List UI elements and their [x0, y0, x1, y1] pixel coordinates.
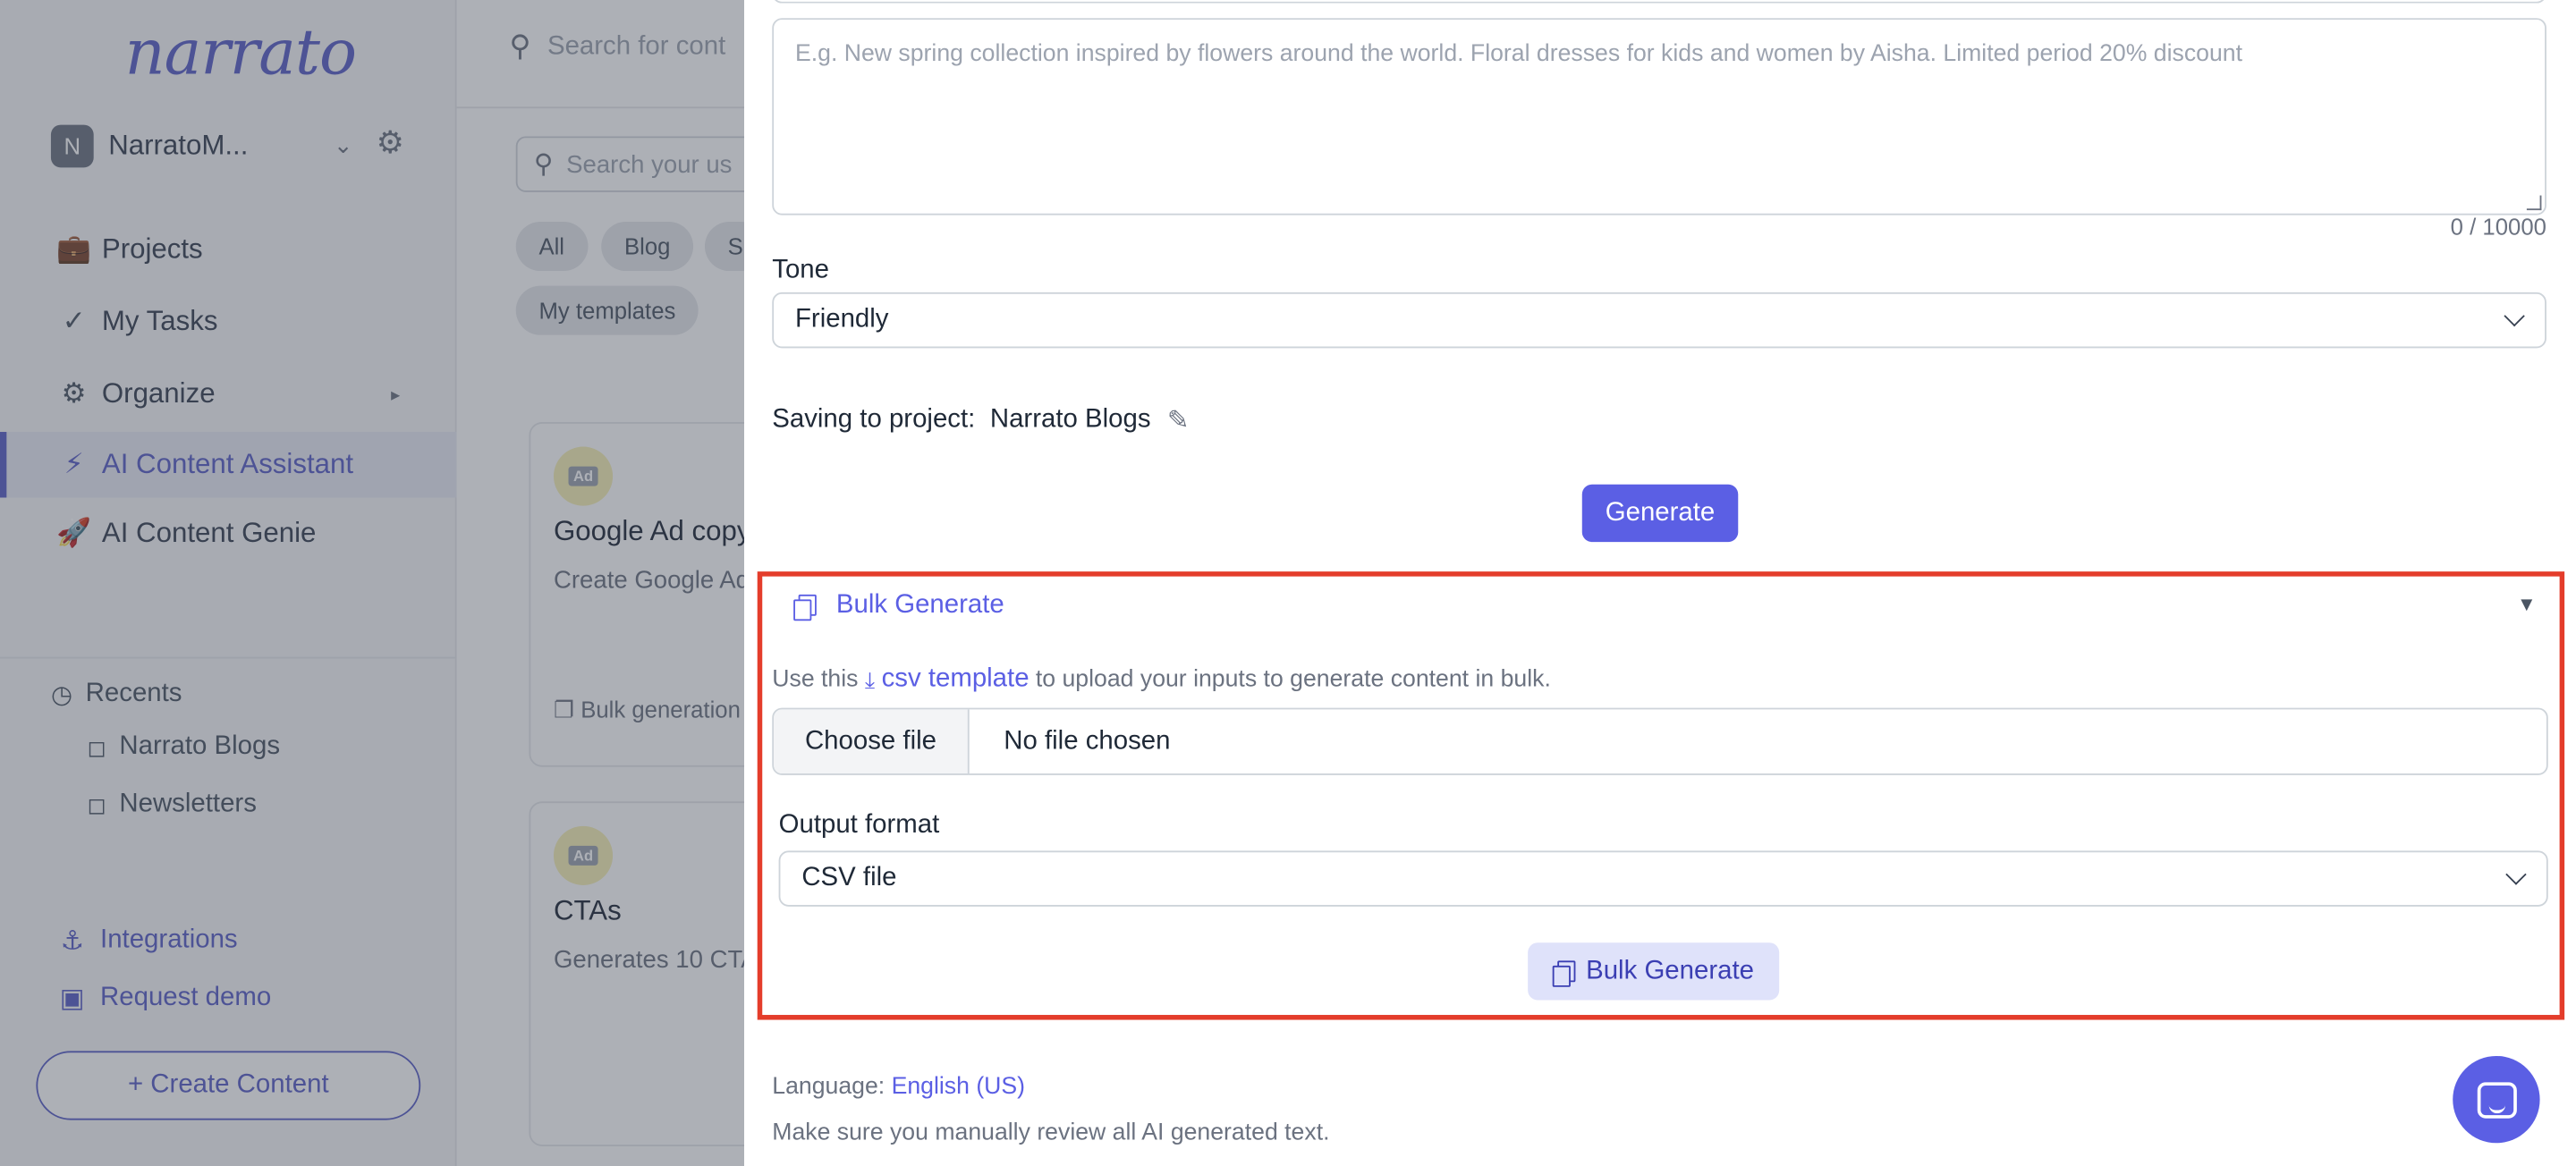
chat-icon: [2476, 1081, 2516, 1118]
previous-field-edge: [772, 0, 2546, 4]
saving-label: Saving to project:: [772, 405, 976, 434]
language-info: Language: English (US): [772, 1074, 1025, 1100]
bulk-generate-button-label: Bulk Generate: [1586, 956, 1754, 985]
bulk-note-prefix: Use this: [772, 666, 859, 694]
tone-select[interactable]: Friendly: [772, 292, 2546, 349]
copy-icon: [1553, 959, 1577, 986]
copy-icon: [793, 594, 817, 621]
output-format-label: Output format: [778, 811, 940, 840]
review-note: Make sure you manually review all AI gen…: [772, 1120, 1330, 1146]
edit-icon[interactable]: ✎: [1167, 404, 1190, 437]
file-status: No file chosen: [1004, 726, 1171, 755]
description-textarea[interactable]: E.g. New spring collection inspired by f…: [772, 18, 2546, 215]
csv-template-label: csv template: [881, 664, 1030, 694]
saving-to-project: Saving to project: Narrato Blogs ✎: [772, 404, 1189, 437]
bulk-generate-title: Bulk Generate: [835, 591, 1004, 620]
file-upload-input[interactable]: Choose file No file chosen: [772, 707, 2548, 775]
chevron-down-icon: [2505, 864, 2527, 885]
output-format-select[interactable]: CSV file: [778, 850, 2548, 907]
bulk-instructions: Use this ⤓ csv template to upload your i…: [772, 665, 1551, 695]
chevron-down-icon: [2504, 305, 2525, 327]
bulk-generate-button[interactable]: Bulk Generate: [1528, 942, 1780, 1001]
language-label: Language:: [772, 1074, 886, 1101]
generate-button[interactable]: Generate: [1581, 484, 1739, 543]
choose-file-button[interactable]: Choose file: [774, 709, 970, 774]
bulk-note-suffix: to upload your inputs to generate conten…: [1035, 666, 1551, 694]
caret-down-icon[interactable]: ▼: [2517, 593, 2537, 616]
character-counter: 0 / 10000: [2450, 213, 2546, 241]
download-icon: ⤓: [864, 665, 876, 693]
bulk-generate-toggle[interactable]: Bulk Generate: [793, 591, 1004, 621]
csv-template-link[interactable]: ⤓ csv template: [865, 665, 1030, 695]
language-value[interactable]: English (US): [892, 1074, 1025, 1100]
description-placeholder: E.g. New spring collection inspired by f…: [794, 40, 2242, 68]
app-root: narrato N NarratoM... ⌄ ⚙ 💼 Projects ✓ M…: [0, 0, 2576, 1166]
saving-project-name: Narrato Blogs: [989, 405, 1151, 434]
modal-backdrop[interactable]: [0, 0, 745, 1166]
output-format-value: CSV file: [801, 864, 897, 892]
ai-assistant-drawer: E.g. New spring collection inspired by f…: [744, 0, 2576, 1166]
bulk-generate-section: Bulk Generate ▼ Use this ⤓ csv template …: [757, 571, 2565, 1020]
tone-label: Tone: [772, 256, 830, 284]
chat-widget-button[interactable]: [2453, 1055, 2540, 1144]
resize-handle[interactable]: [2526, 195, 2542, 211]
tone-value: Friendly: [794, 305, 889, 334]
